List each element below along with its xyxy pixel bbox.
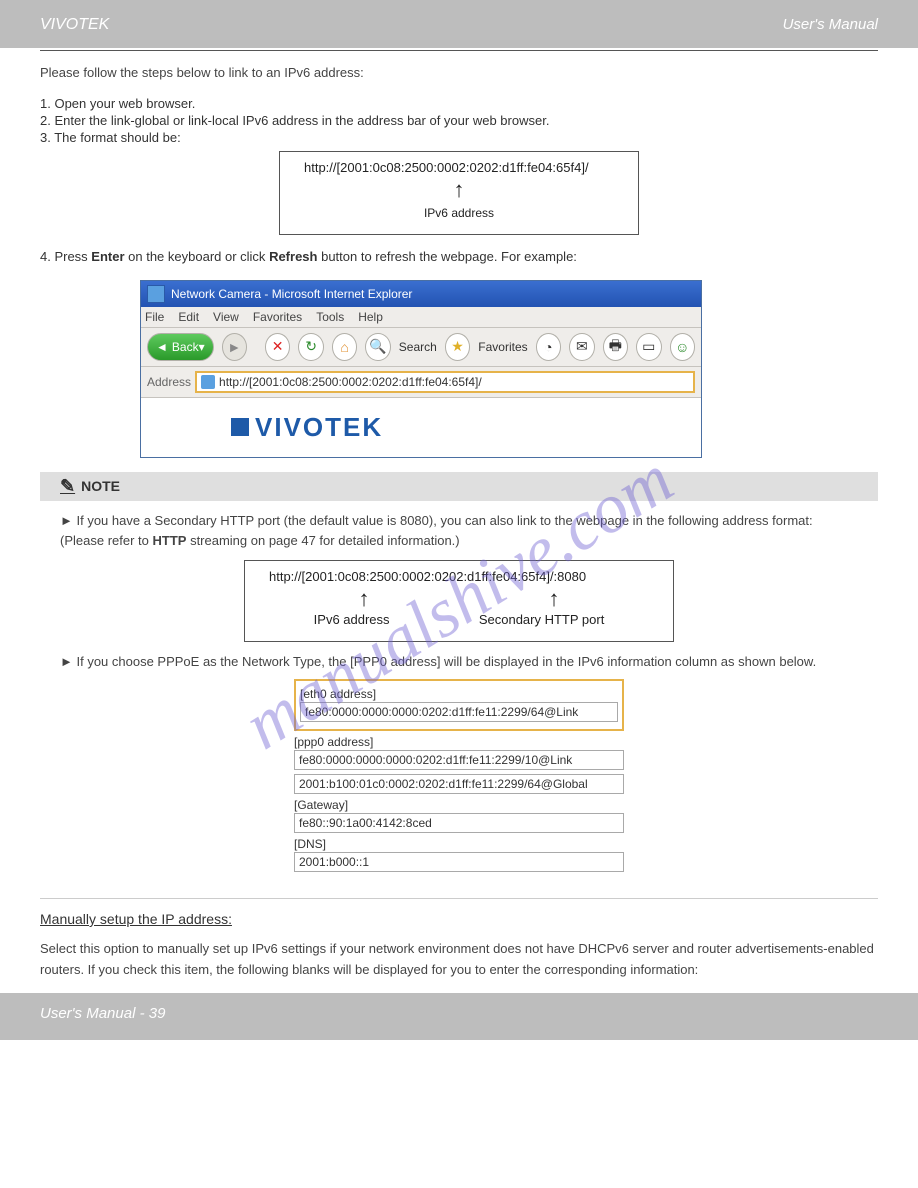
footer-bar: User's Manual - 39 <box>0 993 918 1040</box>
eth0-value: fe80:0000:0000:0000:0202:d1ff:fe11:2299/… <box>300 702 618 722</box>
ie-app-icon <box>147 285 165 303</box>
up-arrow-icon: ↑ <box>549 586 560 612</box>
ipv6-sub-label: IPv6 address <box>424 206 494 220</box>
ipv6-url-example-1: http://[2001:0c08:2500:0002:0202:d1ff:fe… <box>279 151 639 235</box>
edit-icon[interactable]: ▭ <box>636 333 661 361</box>
header-rule <box>40 50 878 51</box>
vivotek-logo: VIVOTEK <box>231 412 611 443</box>
history-icon[interactable]: ◔ <box>536 333 561 361</box>
ie-window-title: Network Camera - Microsoft Internet Expl… <box>171 287 412 301</box>
dns-label: [DNS] <box>294 837 624 851</box>
step-4: 4. Press Enter on the keyboard or click … <box>40 247 878 268</box>
manual-ip-heading: Manually setup the IP address: <box>40 911 878 927</box>
note-lead-2: ► If you choose PPPoE as the Network Typ… <box>60 652 858 673</box>
ipv6-url-line-2: http://[2001:0c08:2500:0002:0202:d1ff:fe… <box>269 569 649 584</box>
gateway-label: [Gateway] <box>294 798 624 812</box>
menu-help[interactable]: Help <box>358 310 383 324</box>
ppp0-value-a: fe80:0000:0000:0000:0202:d1ff:fe11:2299/… <box>294 750 624 770</box>
ipv6-info-panel: [eth0 address] fe80:0000:0000:0000:0202:… <box>294 679 624 872</box>
menu-favorites[interactable]: Favorites <box>253 310 302 324</box>
forward-button[interactable]: ► <box>222 333 247 361</box>
ie-toolbar: ◄Back ▾ ► ✕ ↻ ⌂ 🔍 Search ★ Favorites ◔ ✉… <box>141 328 701 367</box>
note-body: ► If you have a Secondary HTTP port (the… <box>40 501 878 892</box>
eth0-label: [eth0 address] <box>300 687 618 701</box>
ppp0-value-b: 2001:b100:01c0:0002:0202:d1ff:fe11:2299/… <box>294 774 624 794</box>
ipv6-url-example-2: http://[2001:0c08:2500:0002:0202:d1ff:fe… <box>244 560 674 642</box>
gateway-value: fe80::90:1a00:4142:8ced <box>294 813 624 833</box>
menu-file[interactable]: File <box>145 310 164 324</box>
print-icon[interactable]: 🖶 <box>603 333 628 361</box>
address-value: http://[2001:0c08:2500:0002:0202:d1ff:fe… <box>219 375 482 389</box>
ppp0-label: [ppp0 address] <box>294 735 624 749</box>
dns-value: 2001:b000::1 <box>294 852 624 872</box>
manual-ip-text: Select this option to manually set up IP… <box>40 939 878 981</box>
menu-tools[interactable]: Tools <box>316 310 344 324</box>
ipv6-sub-right: Secondary HTTP port <box>479 612 604 627</box>
logo-mark-icon <box>231 418 249 436</box>
ie-menubar[interactable]: File Edit View Favorites Tools Help <box>141 307 701 328</box>
address-input[interactable]: http://[2001:0c08:2500:0002:0202:d1ff:fe… <box>195 371 695 393</box>
header-bar: VIVOTEK User's Manual <box>0 0 918 48</box>
step-1: 1. Open your web browser. <box>40 96 878 111</box>
menu-view[interactable]: View <box>213 310 239 324</box>
ie-window: Network Camera - Microsoft Internet Expl… <box>140 280 702 458</box>
note-header: ✎ NOTE <box>40 472 878 501</box>
home-icon[interactable]: ⌂ <box>332 333 357 361</box>
favorites-icon[interactable]: ★ <box>445 333 470 361</box>
section-divider <box>40 898 878 899</box>
menu-edit[interactable]: Edit <box>178 310 199 324</box>
pencil-icon: ✎ <box>60 476 75 497</box>
ie-page-icon <box>201 375 215 389</box>
footer-left: User's Manual - 39 <box>40 1005 165 1022</box>
up-arrow-icon: ↑ <box>454 177 465 203</box>
doc-title: User's Manual <box>783 16 878 33</box>
favorites-label: Favorites <box>478 340 527 354</box>
ipv6-url-line: http://[2001:0c08:2500:0002:0202:d1ff:fe… <box>304 160 614 175</box>
note-label: NOTE <box>81 478 120 494</box>
back-button[interactable]: ◄Back ▾ <box>147 333 214 361</box>
ipv6-sub-left: IPv6 address <box>314 612 390 627</box>
stop-icon[interactable]: ✕ <box>265 333 290 361</box>
search-icon[interactable]: 🔍 <box>365 333 390 361</box>
up-arrow-icon: ↑ <box>359 586 370 612</box>
intro-text: Please follow the steps below to link to… <box>40 63 878 84</box>
address-label: Address <box>147 375 191 389</box>
step-2: 2. Enter the link-global or link-local I… <box>40 113 878 128</box>
messenger-icon[interactable]: ☺ <box>670 333 695 361</box>
ie-titlebar: Network Camera - Microsoft Internet Expl… <box>141 281 701 307</box>
ie-address-bar: Address http://[2001:0c08:2500:0002:0202… <box>141 367 701 398</box>
mail-icon[interactable]: ✉ <box>569 333 594 361</box>
refresh-icon[interactable]: ↻ <box>298 333 323 361</box>
brand-title: VIVOTEK <box>40 16 109 34</box>
search-label: Search <box>399 340 437 354</box>
step-3: 3. The format should be: <box>40 130 878 145</box>
ie-viewport: VIVOTEK <box>141 398 701 457</box>
